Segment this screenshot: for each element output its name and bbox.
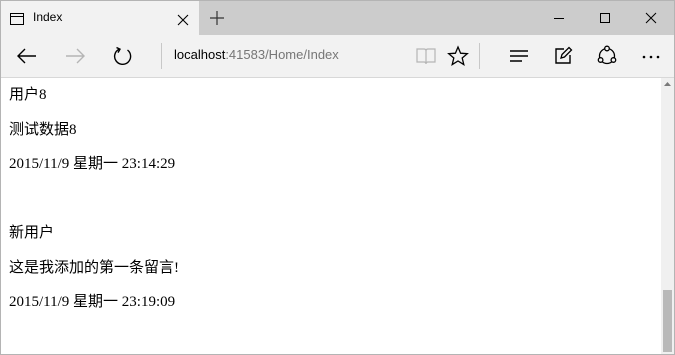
back-arrow-icon	[17, 48, 36, 64]
tab-bar: Index	[1, 1, 674, 35]
message-time: 2015/11/9 星期一 23:19:09	[9, 294, 176, 310]
scroll-up-button[interactable]	[661, 78, 674, 90]
refresh-button[interactable]	[102, 35, 142, 77]
forward-button[interactable]	[54, 35, 94, 77]
favorite-button[interactable]	[437, 35, 477, 77]
more-icon	[642, 55, 660, 59]
pen-icon	[555, 46, 573, 64]
vertical-scrollbar[interactable]	[661, 78, 674, 354]
more-button[interactable]	[630, 35, 670, 77]
book-icon	[416, 48, 436, 65]
maximize-icon	[600, 13, 610, 23]
address-host: localhost	[174, 47, 226, 62]
toolbar-separator	[161, 43, 162, 69]
chevron-up-icon	[664, 82, 671, 86]
back-button[interactable]	[6, 35, 46, 77]
message-text: 测试数据8	[9, 122, 77, 138]
forward-arrow-icon	[66, 48, 85, 64]
hub-icon	[510, 50, 528, 62]
close-icon[interactable]	[177, 11, 189, 26]
message-time: 2015/11/9 星期一 23:14:29	[9, 156, 176, 172]
window-close-button[interactable]	[628, 1, 674, 35]
navigation-bar: localhost:41583/Home/Index	[1, 35, 674, 78]
maximize-button[interactable]	[582, 1, 628, 35]
minimize-button[interactable]	[536, 1, 582, 35]
address-bar[interactable]: localhost:41583/Home/Index	[174, 47, 339, 62]
share-icon	[597, 45, 617, 65]
message-author: 用户8	[9, 87, 47, 103]
scroll-thumb[interactable]	[663, 290, 672, 352]
tab-index[interactable]: Index	[1, 1, 199, 35]
refresh-icon	[113, 46, 132, 66]
plus-icon[interactable]	[210, 10, 224, 25]
message-text: 这是我添加的第一条留言!	[9, 260, 179, 276]
toolbar-separator	[479, 43, 480, 69]
minimize-icon	[554, 18, 564, 19]
address-path: :41583/Home/Index	[225, 47, 339, 62]
message-author: 新用户	[9, 225, 55, 241]
close-icon	[645, 12, 657, 24]
star-icon	[447, 45, 469, 66]
page-content: 用户8 测试数据8 2015/11/9 星期一 23:14:29 新用户 这是我…	[1, 78, 661, 354]
browser-window: Index localhost:41583/Home/Index 用户8 测试数…	[0, 0, 675, 355]
tab-title: Index	[33, 10, 63, 24]
hub-button[interactable]	[498, 35, 538, 77]
page-icon	[10, 10, 24, 25]
web-note-button[interactable]	[542, 35, 582, 77]
share-button[interactable]	[586, 35, 626, 77]
